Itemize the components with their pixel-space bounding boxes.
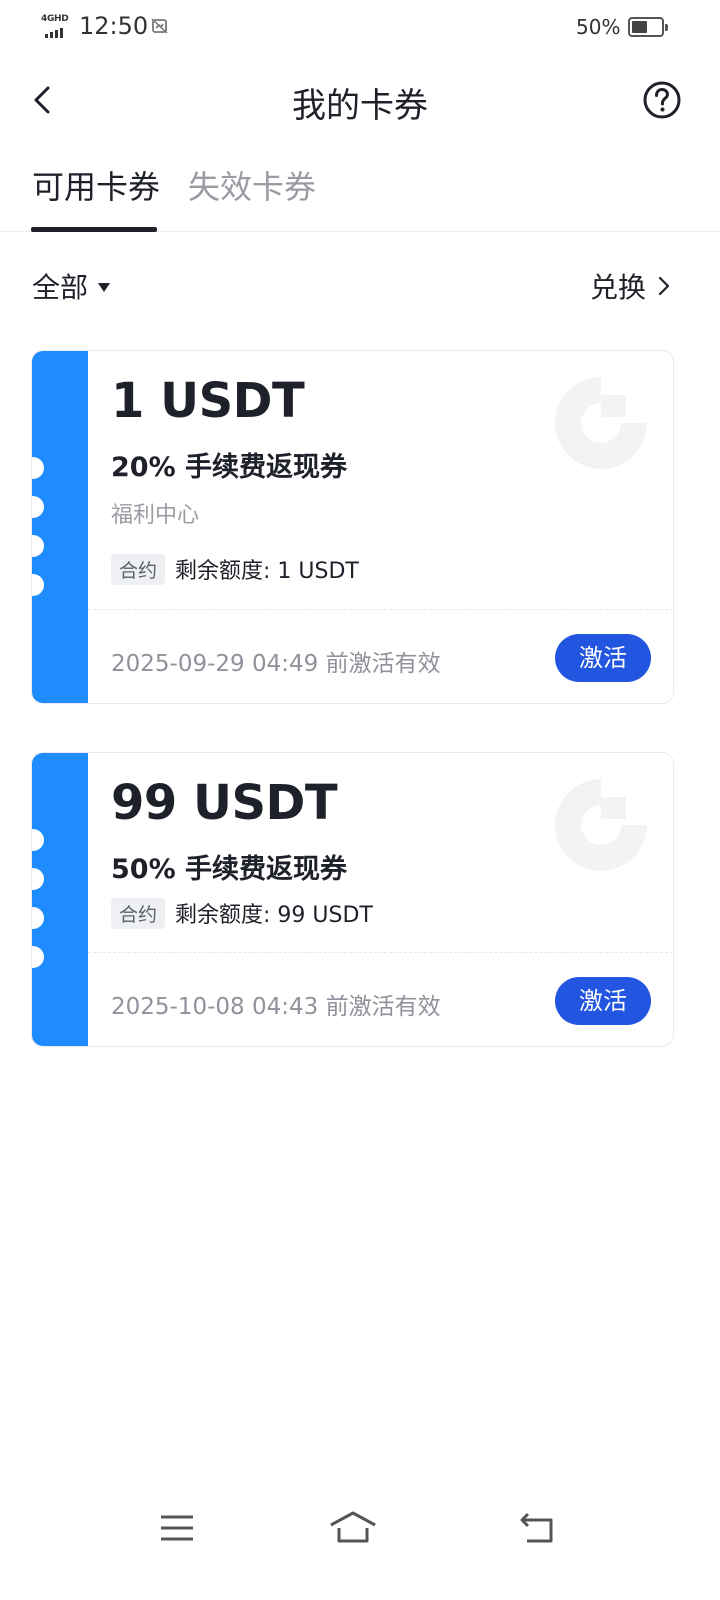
- coupon-tag-row: 合约 剩余额度: 99 USDT: [111, 897, 373, 929]
- remaining-amount: 剩余额度: 1 USDT: [175, 559, 359, 584]
- chevron-right-icon: [658, 276, 670, 296]
- menu-icon[interactable]: [153, 1508, 201, 1548]
- coupon-card: 99 USDT 50% 手续费返现券 合约 剩余额度: 99 USDT 2025…: [31, 752, 674, 1047]
- coupon-stripe: [32, 351, 88, 703]
- caret-down-icon: [98, 282, 111, 292]
- system-nav-bar: [0, 1490, 720, 1570]
- expiry-text: 2025-09-29 04:49 前激活有效: [111, 651, 441, 677]
- tab-expired[interactable]: 失效卡券: [188, 162, 316, 208]
- coupon-amount: 1 USDT: [111, 373, 305, 429]
- redeem-link[interactable]: 兑换: [590, 266, 670, 306]
- coupon-stripe: [32, 753, 88, 1046]
- card-divider: [88, 609, 673, 610]
- home-icon[interactable]: [327, 1508, 379, 1548]
- filter-row: 全部 兑换: [0, 262, 720, 308]
- battery-percent: 50%: [576, 15, 621, 39]
- coupon-name: 20% 手续费返现券: [111, 452, 348, 483]
- remaining-amount: 剩余额度: 99 USDT: [175, 903, 373, 928]
- screenshot-icon: [151, 18, 168, 34]
- contract-tag: 合约: [111, 897, 166, 929]
- return-icon[interactable]: [515, 1508, 563, 1548]
- brand-watermark-icon: [555, 779, 647, 871]
- status-bar: 4GHD 12:50 50%: [0, 0, 720, 56]
- status-time: 12:50: [79, 12, 149, 40]
- filter-all-label: 全部: [32, 271, 89, 304]
- contract-tag: 合约: [111, 553, 166, 585]
- header: 我的卡券: [0, 60, 720, 140]
- tab-available[interactable]: 可用卡券: [32, 162, 160, 208]
- brand-watermark-icon: [555, 377, 647, 469]
- activate-button[interactable]: 激活: [555, 634, 651, 682]
- coupon-name: 50% 手续费返现券: [111, 854, 348, 885]
- page-title: 我的卡券: [292, 86, 428, 126]
- coupon-amount: 99 USDT: [111, 775, 338, 831]
- coupon-tag-row: 合约 剩余额度: 1 USDT: [111, 553, 359, 585]
- expiry-text: 2025-10-08 04:43 前激活有效: [111, 994, 441, 1020]
- tab-bar: 可用卡券 失效卡券: [0, 150, 720, 232]
- redeem-label: 兑换: [589, 271, 646, 304]
- coupon-source: 福利中心: [111, 503, 200, 528]
- card-divider: [88, 952, 673, 953]
- question-circle-icon[interactable]: [642, 80, 682, 120]
- signal-icon: 4GHD: [41, 14, 73, 40]
- coupon-card: 1 USDT 20% 手续费返现券 福利中心 合约 剩余额度: 1 USDT 2…: [31, 350, 674, 704]
- active-tab-indicator: [31, 227, 157, 232]
- network-type: 4GHD: [41, 14, 69, 24]
- battery-icon: [628, 17, 668, 37]
- activate-button[interactable]: 激活: [555, 977, 651, 1025]
- filter-all-dropdown[interactable]: 全部: [32, 266, 111, 306]
